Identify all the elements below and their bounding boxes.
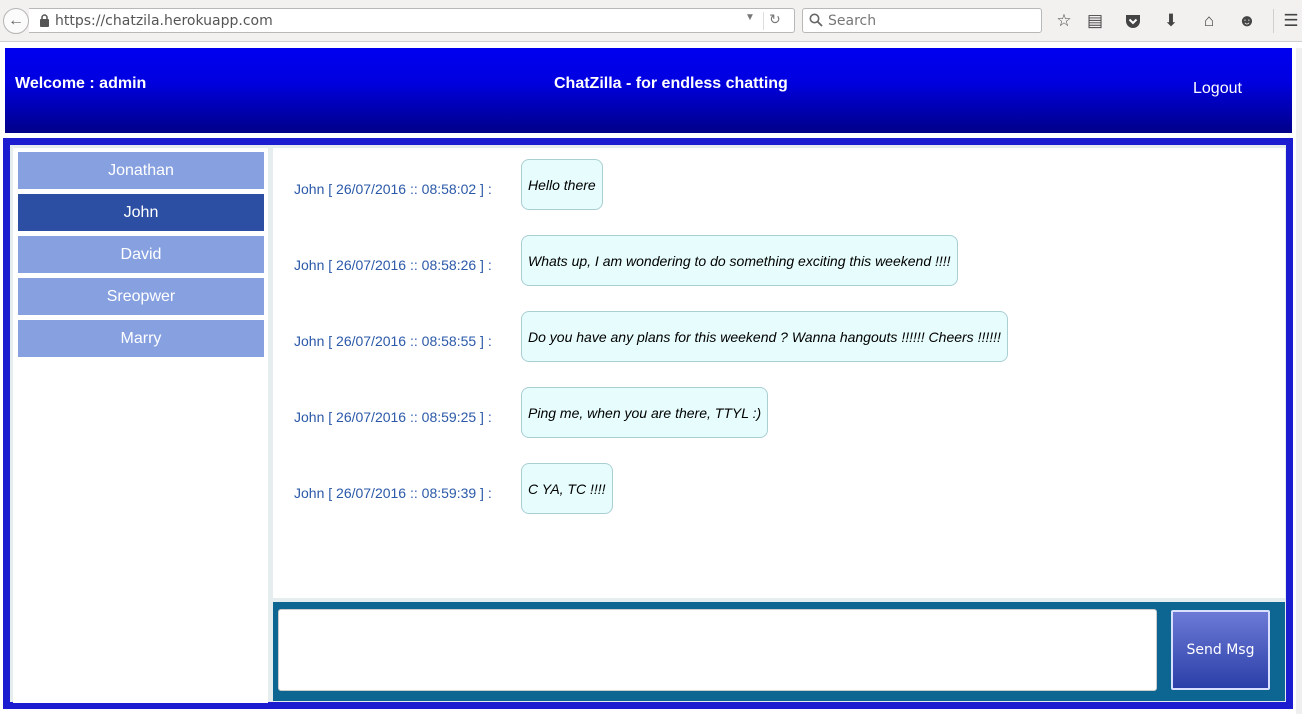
home-icon[interactable]: ⌂	[1198, 10, 1220, 32]
message-bubble: Ping me, when you are there, TTYL :)	[521, 387, 769, 438]
search-placeholder: Search	[828, 13, 877, 29]
browser-toolbar: ← https://chatzila.herokuapp.com ▼ ↻ Sea…	[0, 0, 1302, 42]
user-item-marry[interactable]: Marry	[18, 320, 264, 357]
toolbar-separator	[1273, 9, 1274, 33]
user-item-jonathan[interactable]: Jonathan	[18, 152, 264, 189]
bookmark-star-icon[interactable]: ☆	[1053, 10, 1075, 32]
download-icon[interactable]: ⬇	[1160, 10, 1182, 32]
chat-messages: John [ 26/07/2016 :: 08:58:02 ] : Hello …	[273, 148, 1285, 598]
message-bubble: C YA, TC !!!!	[521, 463, 613, 514]
main-panel: Jonathan John David Sreopwer Marry John …	[3, 138, 1293, 709]
message-bubble: Do you have any plans for this weekend ?…	[521, 311, 1008, 362]
message-meta: John [ 26/07/2016 :: 08:58:26 ] :	[294, 257, 492, 273]
menu-icon[interactable]: ☰	[1280, 10, 1302, 32]
lock-icon	[40, 14, 49, 27]
address-bar[interactable]: https://chatzila.herokuapp.com ▼ ↻	[29, 8, 795, 33]
welcome-text: Welcome : admin	[15, 75, 147, 92]
url-text: https://chatzila.herokuapp.com	[55, 13, 273, 29]
user-list: Jonathan John David Sreopwer Marry	[13, 148, 268, 703]
message-meta: John [ 26/07/2016 :: 08:58:55 ] :	[294, 333, 492, 349]
send-message-button[interactable]: Send Msg	[1171, 610, 1270, 690]
reading-list-icon[interactable]: ▤	[1084, 10, 1106, 32]
url-separator	[763, 12, 764, 30]
pocket-icon[interactable]	[1122, 10, 1144, 32]
user-item-david[interactable]: David	[18, 236, 264, 273]
compose-bar: Send Msg	[273, 602, 1285, 701]
message-bubble: Whats up, I am wondering to do something…	[521, 235, 958, 286]
app-header: Welcome : admin ChatZilla - for endless …	[5, 48, 1292, 133]
chat-smiley-icon[interactable]: ☻	[1236, 10, 1258, 32]
user-item-john[interactable]: John	[18, 194, 264, 231]
message-meta: John [ 26/07/2016 :: 08:59:25 ] :	[294, 409, 492, 425]
user-item-sreopwer[interactable]: Sreopwer	[18, 278, 264, 315]
dropdown-icon[interactable]: ▼	[745, 12, 755, 23]
page-scrollbar[interactable]	[1296, 48, 1302, 714]
reload-icon[interactable]: ↻	[769, 11, 781, 28]
message-bubble: Hello there	[521, 159, 603, 210]
browser-search-input[interactable]: Search	[802, 8, 1042, 33]
logout-link[interactable]: Logout	[1193, 80, 1242, 98]
message-meta: John [ 26/07/2016 :: 08:59:39 ] :	[294, 485, 492, 501]
message-input[interactable]	[278, 609, 1157, 691]
back-arrow-icon[interactable]: ←	[3, 8, 29, 34]
search-icon	[809, 13, 823, 27]
app-title: ChatZilla - for endless chatting	[554, 75, 788, 92]
message-meta: John [ 26/07/2016 :: 08:58:02 ] :	[294, 181, 492, 197]
